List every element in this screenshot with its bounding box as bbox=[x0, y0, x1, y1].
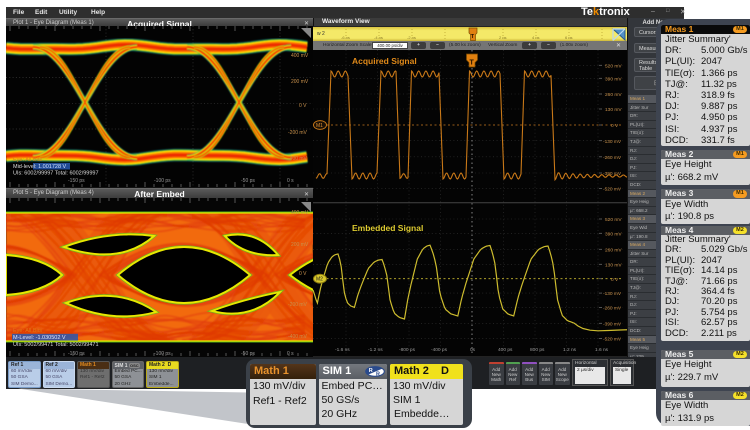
svg-text:520 mV: 520 mV bbox=[605, 217, 622, 223]
svg-text:-400 mV: -400 mV bbox=[288, 334, 308, 340]
svg-text:-4 ns: -4 ns bbox=[374, 35, 383, 40]
svg-text:-800 ps: -800 ps bbox=[399, 347, 416, 353]
svg-text:UIs: 5002/99471 Total: 50: UIs: 5002/99471 Total: 5002/99471 bbox=[13, 342, 99, 348]
svg-text:1.2 ns: 1.2 ns bbox=[563, 347, 577, 353]
svg-text:-2 ns: -2 ns bbox=[407, 35, 416, 40]
svg-text:2 ns: 2 ns bbox=[499, 35, 507, 40]
svg-text:800 ps: 800 ps bbox=[530, 347, 545, 353]
svg-text:M2: M2 bbox=[316, 277, 323, 283]
svg-text:-200 mV: -200 mV bbox=[288, 302, 308, 308]
svg-text:-520 mV: -520 mV bbox=[603, 187, 622, 193]
svg-text:0s: 0s bbox=[470, 347, 476, 353]
svg-text:R: R bbox=[368, 368, 372, 374]
svg-text:-100 ps: -100 ps bbox=[154, 178, 171, 184]
svg-text:-1.6 ns: -1.6 ns bbox=[335, 347, 350, 353]
svg-text:400 mV: 400 mV bbox=[291, 53, 309, 59]
svg-text:-6 ns: -6 ns bbox=[341, 35, 350, 40]
svg-text:Acquired Signal: Acquired Signal bbox=[352, 56, 417, 66]
svg-text:Embedded Signal: Embedded Signal bbox=[352, 223, 423, 233]
svg-text:6 ns: 6 ns bbox=[565, 35, 573, 40]
svg-text:-400 mV: -400 mV bbox=[288, 156, 308, 162]
svg-text:-260 mV: -260 mV bbox=[603, 305, 622, 311]
svg-text:M-Level: -1.030502 V: M-Level: -1.030502 V bbox=[13, 335, 66, 341]
svg-text:-400 ps: -400 ps bbox=[431, 347, 448, 353]
svg-text:260 mV: 260 mV bbox=[605, 247, 622, 253]
svg-text:Eye: All Bits: Eye: All Bits bbox=[13, 157, 42, 163]
svg-text:0 V: 0 V bbox=[611, 277, 619, 283]
svg-text:0 V: 0 V bbox=[299, 103, 307, 109]
svg-text:R: R bbox=[376, 372, 380, 377]
svg-text:390 mV: 390 mV bbox=[605, 231, 622, 237]
svg-text:-260 mV: -260 mV bbox=[603, 155, 622, 161]
svg-text:400 mV: 400 mV bbox=[291, 210, 309, 216]
svg-text:-390 mV: -390 mV bbox=[603, 321, 622, 327]
svg-text:390 mV: 390 mV bbox=[605, 76, 622, 82]
svg-text:200 mV: 200 mV bbox=[291, 79, 309, 85]
svg-text:-390 mV: -390 mV bbox=[603, 171, 622, 177]
svg-text:260 mV: 260 mV bbox=[605, 92, 622, 98]
svg-text:Mid-level: 1.001728 V: Mid-level: 1.001728 V bbox=[13, 164, 67, 170]
svg-text:-200 mV: -200 mV bbox=[288, 130, 308, 136]
svg-text:0 V: 0 V bbox=[611, 123, 619, 129]
svg-text:0 V: 0 V bbox=[299, 271, 307, 277]
svg-text:-130 mV: -130 mV bbox=[603, 291, 622, 297]
svg-text:Eye: All Bits: Eye: All Bits bbox=[13, 328, 42, 334]
svg-text:T: T bbox=[470, 60, 475, 67]
svg-text:4 ns: 4 ns bbox=[532, 35, 540, 40]
svg-text:-130 mV: -130 mV bbox=[603, 139, 622, 145]
svg-text:1.6 ns: 1.6 ns bbox=[595, 347, 609, 353]
svg-text:-520 mV: -520 mV bbox=[603, 337, 622, 343]
svg-text:M1: M1 bbox=[316, 123, 323, 129]
svg-text:400 ps: 400 ps bbox=[498, 347, 513, 353]
svg-text:0 s: 0 s bbox=[287, 178, 294, 184]
svg-text:130 mV: 130 mV bbox=[605, 262, 622, 268]
svg-text:-50 ps: -50 ps bbox=[241, 178, 255, 184]
svg-text:-1.2 ns: -1.2 ns bbox=[368, 347, 383, 353]
svg-text:-150 ps: -150 ps bbox=[68, 178, 85, 184]
svg-text:520 mV: 520 mV bbox=[605, 63, 622, 69]
svg-text:200 mV: 200 mV bbox=[291, 242, 309, 248]
svg-text:UIs: 6002/99997 Total: 60: UIs: 6002/99997 Total: 6002/99997 bbox=[13, 171, 99, 177]
svg-text:130 mV: 130 mV bbox=[605, 107, 622, 113]
